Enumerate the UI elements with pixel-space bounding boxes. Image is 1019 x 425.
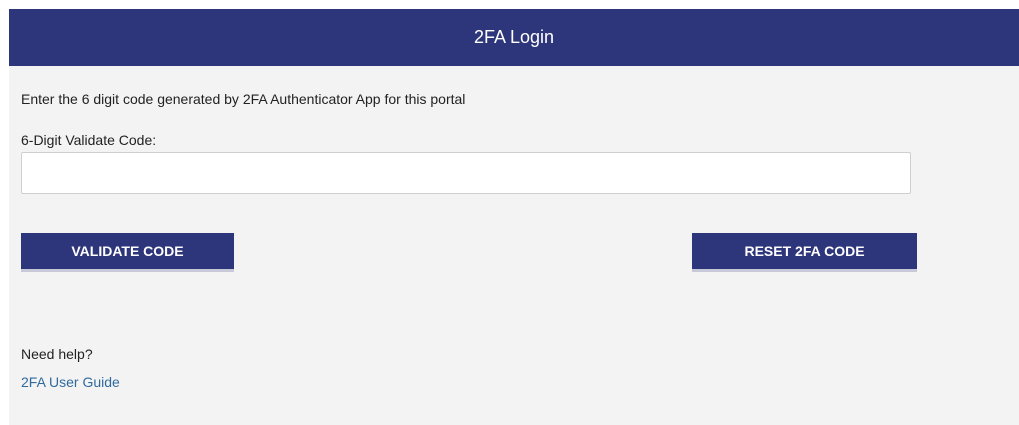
instruction-text: Enter the 6 digit code generated by 2FA … bbox=[21, 91, 466, 107]
login-panel: 2FA Login Enter the 6 digit code generat… bbox=[9, 9, 1019, 425]
validate-code-button[interactable]: VALIDATE CODE bbox=[21, 233, 234, 269]
reset-2fa-code-button[interactable]: RESET 2FA CODE bbox=[692, 233, 917, 269]
page-title: 2FA Login bbox=[473, 27, 555, 47]
code-field-label: 6-Digit Validate Code: bbox=[21, 132, 157, 148]
code-input[interactable] bbox=[21, 152, 911, 194]
panel-body: Enter the 6 digit code generated by 2FA … bbox=[9, 66, 1019, 425]
panel-header: 2FA Login bbox=[9, 9, 1019, 66]
help-text: Need help? bbox=[21, 346, 93, 362]
user-guide-link[interactable]: 2FA User Guide bbox=[21, 374, 120, 390]
